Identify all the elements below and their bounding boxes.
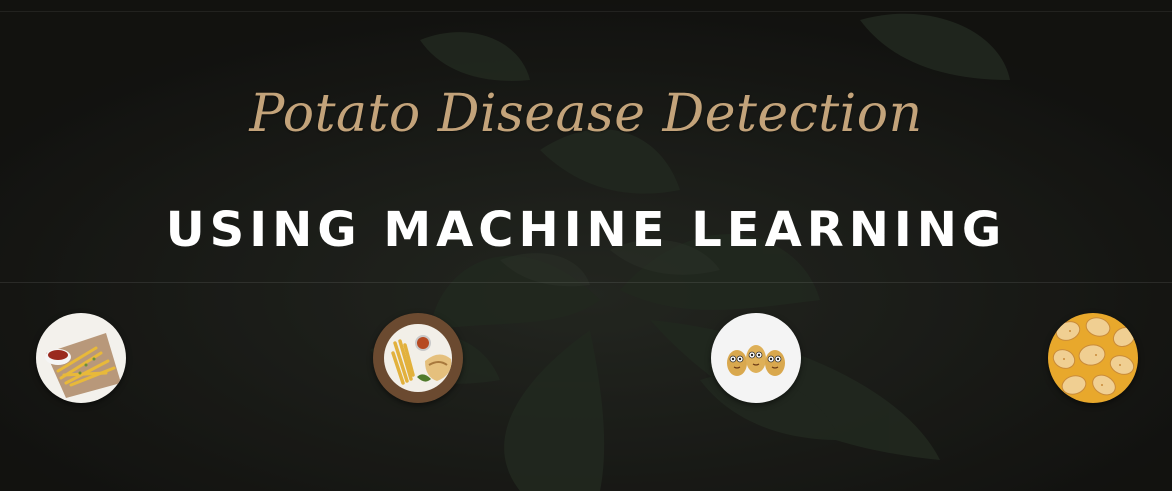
french-fries-icon — [36, 313, 126, 403]
middle-divider — [0, 282, 1172, 283]
cartoon-potatoes-icon — [711, 313, 801, 403]
thumbnail-fries-and-sandwich[interactable] — [373, 313, 463, 403]
top-divider — [0, 11, 1172, 12]
main-title: USING MACHINE LEARNING — [165, 202, 1007, 258]
thumbnail-potato-chips[interactable] — [1048, 313, 1138, 403]
thumbnail-french-fries[interactable] — [36, 313, 126, 403]
fries-and-sandwich-icon — [373, 313, 463, 403]
thumbnail-cartoon-potatoes[interactable] — [711, 313, 801, 403]
potato-chips-icon — [1048, 313, 1138, 403]
script-title: Potato Disease Detection — [249, 84, 923, 144]
